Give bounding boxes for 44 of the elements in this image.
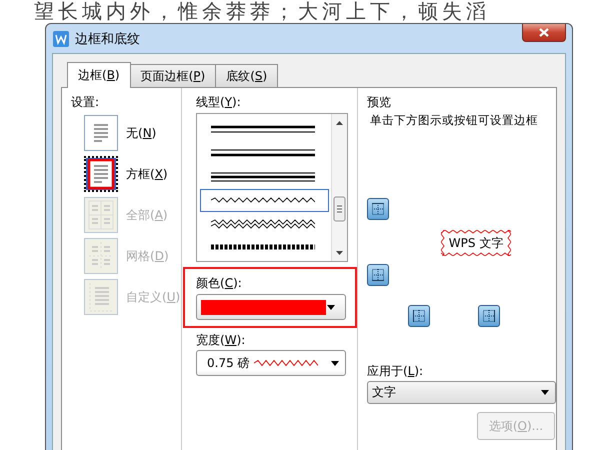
tab[interactable]: 边框(B) (67, 62, 131, 88)
width-dropdown[interactable]: 0.75 磅 (196, 350, 346, 376)
line-sample-icon (211, 147, 315, 160)
window-title: 边框和底纹 (75, 30, 140, 48)
tab[interactable]: 底纹(S) (215, 64, 278, 87)
setting-label: 无(N) (126, 124, 156, 142)
top-border-button[interactable] (367, 198, 389, 220)
caret-icon (541, 390, 549, 395)
close-icon (539, 28, 549, 37)
color-label: 颜色(C): (196, 275, 243, 291)
right-border-button[interactable] (478, 305, 500, 327)
line-style-list[interactable] (196, 113, 348, 262)
scrollbar[interactable] (331, 114, 347, 261)
preview-label: 预览 (367, 94, 392, 110)
apply-to-dropdown[interactable]: 文字 (367, 381, 556, 404)
line-sample-icon (211, 170, 315, 183)
wave-line-icon (254, 359, 318, 367)
bottom-border-button[interactable] (367, 264, 389, 286)
box-border-icon[interactable] (84, 156, 118, 192)
apply-to-label: 应用于(L): (367, 363, 424, 379)
border-icon (483, 310, 495, 322)
border-icon (413, 310, 425, 322)
no-border-icon[interactable] (84, 115, 118, 151)
tab[interactable]: 页面边框(P) (130, 64, 216, 87)
color-dropdown[interactable] (196, 294, 346, 320)
document-text: 望长城内外，惟余莽莽；大河上下，顿失滔 (34, 0, 490, 22)
setting-label: 全部(A) (126, 206, 168, 224)
setting-label: 自定义(U) (126, 288, 180, 306)
line-style-option[interactable] (200, 188, 329, 212)
width-label: 宽度(W): (196, 332, 246, 348)
line-sample-icon (211, 218, 315, 230)
border-icon (372, 269, 384, 281)
settings-label: 设置: (71, 94, 100, 110)
close-button[interactable] (522, 24, 566, 42)
setting-label: 网格(D) (126, 248, 169, 264)
left-border-button[interactable] (408, 305, 430, 327)
border-icon (372, 203, 384, 215)
caret-icon (327, 304, 335, 310)
preview-hint: 单击下方图示或按钮可设置边框 (369, 113, 539, 128)
caret-icon (331, 360, 339, 366)
app-icon (53, 30, 69, 46)
preview-sample: WPS 文字 (441, 230, 511, 256)
line-style-label: 线型(Y): (196, 94, 242, 110)
setting-label: 方框(X) (126, 166, 168, 182)
